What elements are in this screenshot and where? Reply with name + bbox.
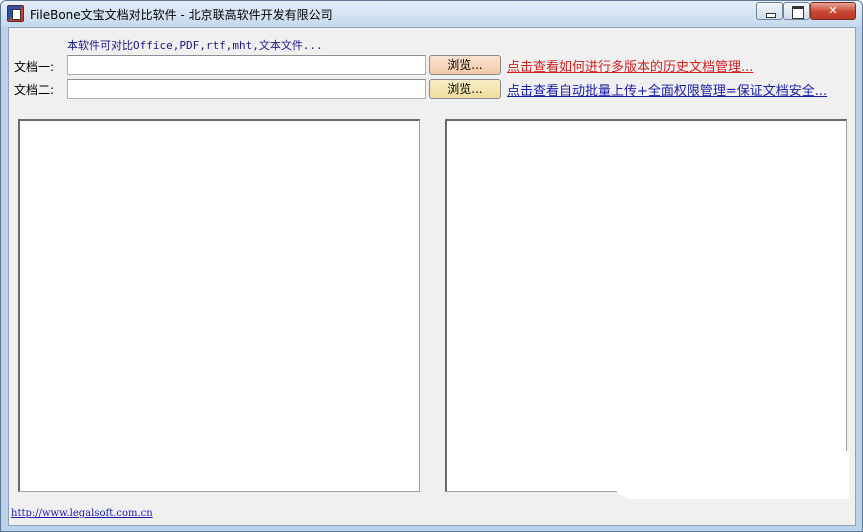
doc1-preview-panel[interactable] <box>18 119 420 492</box>
main-window: FileBone文宝文档对比软件 - 北京联高软件开发有限公司 ✕ 本软件可对比… <box>0 0 863 532</box>
website-link[interactable]: http://www.legalsoft.com.cn <box>11 508 153 519</box>
watermark-overlay <box>613 451 849 499</box>
minimize-button[interactable] <box>756 2 783 20</box>
app-icon[interactable] <box>7 5 24 22</box>
doc1-browse-button[interactable]: 浏览... <box>429 55 501 75</box>
title-bar[interactable]: FileBone文宝文档对比软件 - 北京联高软件开发有限公司 ✕ <box>1 1 862 27</box>
doc2-preview-panel[interactable] <box>445 119 847 492</box>
security-management-link[interactable]: 点击查看自动批量上传+全面权限管理=保证文档安全... <box>507 80 827 99</box>
doc2-label: 文档二: <box>14 83 55 97</box>
window-title: FileBone文宝文档对比软件 - 北京联高软件开发有限公司 <box>30 8 333 22</box>
doc2-path-input[interactable] <box>67 79 426 99</box>
supported-formats-hint: 本软件可对比Office,PDF,rtf,mht,文本文件... <box>67 39 323 52</box>
doc1-label: 文档一: <box>14 60 55 74</box>
doc1-path-input[interactable] <box>67 55 426 75</box>
close-icon: ✕ <box>828 4 838 17</box>
doc2-browse-button[interactable]: 浏览... <box>429 79 501 99</box>
maximize-button[interactable] <box>783 2 810 20</box>
history-management-link[interactable]: 点击查看如何进行多版本的历史文档管理... <box>507 56 753 75</box>
close-button[interactable]: ✕ <box>810 2 856 20</box>
